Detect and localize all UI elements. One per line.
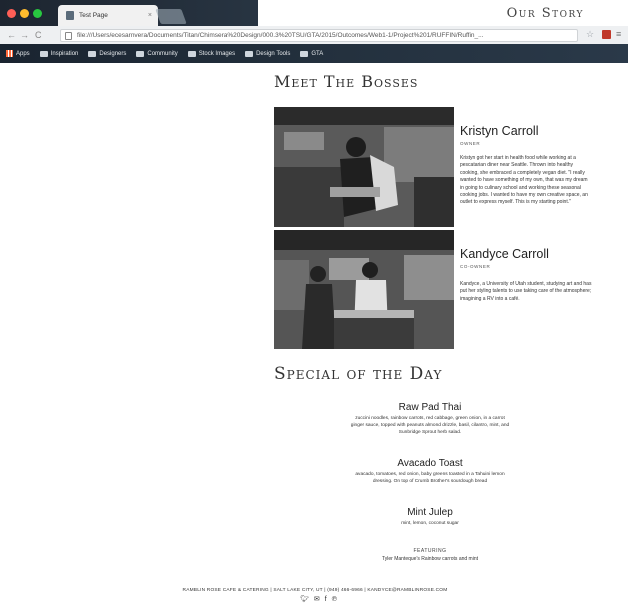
reload-button[interactable]: C xyxy=(35,30,42,40)
new-tab-button[interactable] xyxy=(155,9,187,24)
menu-item-desc: avacado, tomatoes, red onion, baby green… xyxy=(355,472,505,484)
bookmark-inspiration[interactable]: Inspiration xyxy=(39,50,79,57)
menu-item-name: Avacado Toast xyxy=(397,458,463,469)
boss-bio-kandyce: Kandyce, a University of Utah student, s… xyxy=(460,281,592,302)
address-bar[interactable]: file:///Users/ecesarnvera/Documents/Tita… xyxy=(60,29,578,42)
kitchen-photo-image xyxy=(274,107,454,227)
featuring-label: FEATURING xyxy=(413,548,447,554)
menu-item-desc: zuccini noodles, rainbow carrots, red ca… xyxy=(350,416,510,435)
bookmark-design-tools[interactable]: Design Tools xyxy=(245,50,291,57)
browser-menu-icon[interactable]: ≡ xyxy=(616,30,625,39)
folder-icon xyxy=(88,50,97,57)
bookmark-stock-images[interactable]: Stock Images xyxy=(187,50,236,57)
email-icon[interactable]: ✉ xyxy=(314,596,320,604)
bookmark-label: Design Tools xyxy=(256,50,291,57)
tab-close-icon[interactable]: × xyxy=(148,12,152,19)
bookmark-apps[interactable]: Apps xyxy=(6,50,30,57)
bookmark-label: Stock Images xyxy=(198,50,236,57)
file-icon xyxy=(65,31,72,40)
featuring-text: Tyler Manteque's Rainbow carrots and min… xyxy=(382,556,478,562)
folder-icon xyxy=(187,50,196,57)
menu-item-name: Raw Pad Thai xyxy=(398,402,462,413)
bookmark-designers[interactable]: Designers xyxy=(88,50,127,57)
page-header-strip: Our Story xyxy=(258,0,628,26)
kandyce-photo xyxy=(274,230,454,349)
boss-name-kristyn: Kristyn Carroll xyxy=(460,124,539,138)
special-heading: Special of the Day xyxy=(274,364,443,384)
bookmark-label: Designers xyxy=(99,50,127,57)
bookmark-community[interactable]: Community xyxy=(136,50,178,57)
bookmark-label: GTA xyxy=(311,50,324,57)
folder-icon xyxy=(39,50,48,57)
browser-toolbar: ← → C file:///Users/ecesarnvera/Document… xyxy=(0,26,628,44)
boss-role-kristyn: OWNER xyxy=(460,141,481,146)
maximize-window-button[interactable] xyxy=(33,9,42,18)
facebook-icon[interactable]: f xyxy=(325,596,327,604)
address-text: file:///Users/ecesarnvera/Documents/Tita… xyxy=(77,32,484,39)
menu-item-desc: mint, lemon, coconut sugar xyxy=(401,521,459,526)
minimize-window-button[interactable] xyxy=(20,9,29,18)
bookmark-star-icon[interactable]: ☆ xyxy=(586,30,595,39)
social-links: 🐦︎ ✉ f ℗ xyxy=(300,596,337,604)
folder-icon xyxy=(136,50,145,57)
folder-icon xyxy=(300,50,309,57)
extension-icon[interactable] xyxy=(602,30,611,39)
bookmark-label: Community xyxy=(147,50,178,57)
cafe-photo-image xyxy=(274,230,454,349)
browser-chrome: Test Page × ← → C file:///Users/ecesarnv… xyxy=(0,0,628,63)
back-button[interactable]: ← xyxy=(7,30,16,40)
boss-bio-kristyn: Kristyn got her start in health food whi… xyxy=(460,155,588,206)
boss-role-kandyce: CO-OWNER xyxy=(460,264,491,269)
twitter-icon[interactable]: 🐦︎ xyxy=(300,596,309,604)
bookmark-label: Apps xyxy=(16,50,30,57)
bosses-heading: Meet The Bosses xyxy=(274,72,419,91)
footer-contact: RAMBLIN ROSE CAFE & CATERING | SALT LAKE… xyxy=(182,588,448,593)
folder-icon xyxy=(245,50,254,57)
tab-bar: Test Page × xyxy=(0,0,258,26)
forward-button[interactable]: → xyxy=(20,30,29,40)
page-favicon-icon xyxy=(66,11,74,20)
kristyn-photo xyxy=(274,107,454,227)
tab-title: Test Page xyxy=(79,12,108,19)
menu-item-name: Mint Julep xyxy=(407,507,453,518)
apps-grid-icon xyxy=(6,50,13,57)
bookmarks-bar: Apps Inspiration Designers Community Sto… xyxy=(0,44,628,63)
our-story-heading: Our Story xyxy=(506,6,584,21)
bookmark-label: Inspiration xyxy=(50,50,79,57)
close-window-button[interactable] xyxy=(7,9,16,18)
bookmark-gta[interactable]: GTA xyxy=(300,50,324,57)
pinterest-icon[interactable]: ℗ xyxy=(332,596,337,604)
boss-name-kandyce: Kandyce Carroll xyxy=(460,247,549,261)
tab-test-page[interactable]: Test Page × xyxy=(58,5,158,26)
